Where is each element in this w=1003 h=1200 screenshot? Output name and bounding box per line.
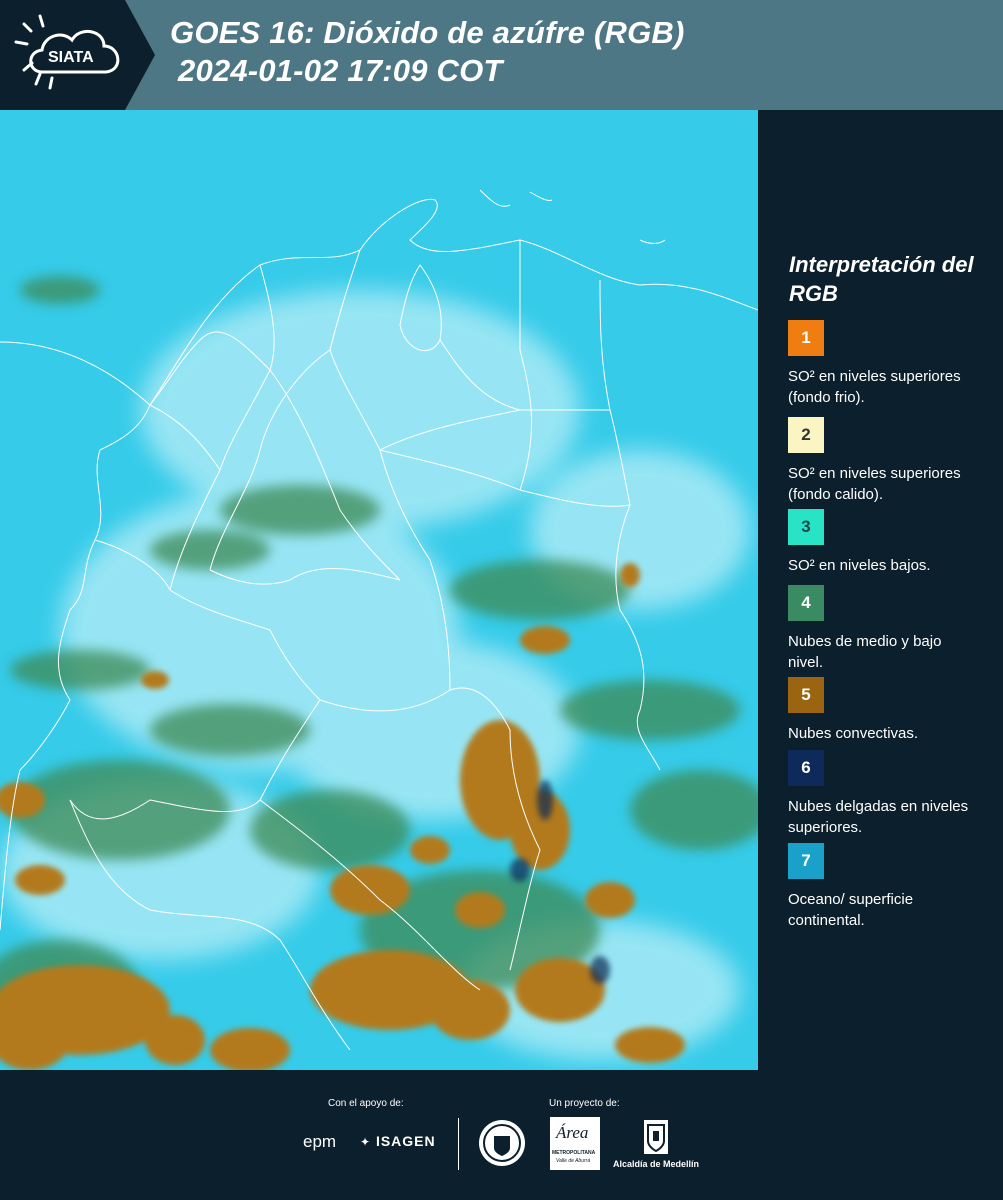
legend-title: Interpretación del RGB <box>789 252 974 306</box>
alcaldia-shield-icon <box>643 1119 669 1155</box>
siata-logo: SIATA <box>0 0 155 110</box>
area-logo-title: Área <box>556 1123 589 1142</box>
header-bar: SIATA GOES 16: Dióxido de azúfre (RGB) 2… <box>0 0 1003 110</box>
support-label: Con el apoyo de: <box>328 1098 404 1109</box>
legend-number-3: 3 <box>801 517 811 536</box>
legend-item-7: 7 Oceano/ superficie continental. <box>788 843 988 931</box>
legend-item-5: 5 Nubes convectivas. <box>788 677 988 744</box>
page-title: GOES 16: Dióxido de azúfre (RGB) 2024-01… <box>170 14 685 90</box>
legend-number-1: 1 <box>801 328 811 347</box>
legend-swatch-5: 5 <box>788 677 824 713</box>
legend-swatch-4: 4 <box>788 585 824 621</box>
legend-panel: Interpretación del RGB 1 SO² en niveles … <box>760 110 1003 1070</box>
legend-text-1: SO² en niveles superiores (fondo frio). <box>788 368 961 406</box>
legend-number-4: 4 <box>801 593 811 612</box>
legend-text-4: Nubes de medio y bajo nivel. <box>788 633 942 671</box>
legend-text-2: SO² en niveles superiores (fondo calido)… <box>788 465 961 503</box>
legend-item-3: 3 SO² en niveles bajos. <box>788 509 988 576</box>
legend-number-7: 7 <box>801 851 811 870</box>
legend-swatch-3: 3 <box>788 509 824 545</box>
project-label: Un proyecto de: <box>549 1098 620 1109</box>
legend-swatch-2: 2 <box>788 417 824 453</box>
footer-divider <box>458 1118 459 1170</box>
legend-text-7: Oceano/ superficie continental. <box>788 891 914 929</box>
legend-item-4: 4 Nubes de medio y bajo nivel. <box>788 585 988 673</box>
isagen-logo: ✦ ISAGEN <box>360 1133 436 1149</box>
epm-logo: epm <box>303 1132 336 1152</box>
footer: Con el apoyo de: Un proyecto de: epm ✦ I… <box>0 1070 1003 1200</box>
legend-item-6: 6 Nubes delgadas en niveles superiores. <box>788 750 988 838</box>
title-line2: 2024-01-02 17:09 COT <box>178 53 503 88</box>
area-metropolitana-logo: Área METROPOLITANA Valle de Aburrá <box>550 1117 600 1170</box>
satellite-map <box>0 110 758 1070</box>
legend-text-5: Nubes convectivas. <box>788 725 919 742</box>
epm-logo-text: epm <box>303 1132 337 1151</box>
isagen-mark-icon: ✦ <box>360 1135 372 1149</box>
legend-item-2: 2 SO² en niveles superiores (fondo calid… <box>788 417 988 505</box>
legend-text-6: Nubes delgadas en niveles superiores. <box>788 798 969 836</box>
legend-text-3: SO² en niveles bajos. <box>788 557 931 574</box>
legend-number-6: 6 <box>801 758 811 777</box>
medellin-seal-logo <box>477 1118 527 1168</box>
legend-number-2: 2 <box>801 425 811 444</box>
title-line1: GOES 16: Dióxido de azúfre (RGB) <box>170 15 685 50</box>
legend-item-1: 1 SO² en niveles superiores (fondo frio)… <box>788 320 988 408</box>
alcaldia-caption: Alcaldía de Medellín <box>613 1159 700 1169</box>
isagen-logo-text: ISAGEN <box>375 1133 436 1149</box>
area-logo-sub1: METROPOLITANA <box>552 1150 596 1156</box>
legend-swatch-6: 6 <box>788 750 824 786</box>
legend-swatch-7: 7 <box>788 843 824 879</box>
logo-text: SIATA <box>48 49 94 66</box>
area-logo-sub2: Valle de Aburrá <box>556 1158 591 1164</box>
legend-number-5: 5 <box>801 685 811 704</box>
legend-swatch-1: 1 <box>788 320 824 356</box>
